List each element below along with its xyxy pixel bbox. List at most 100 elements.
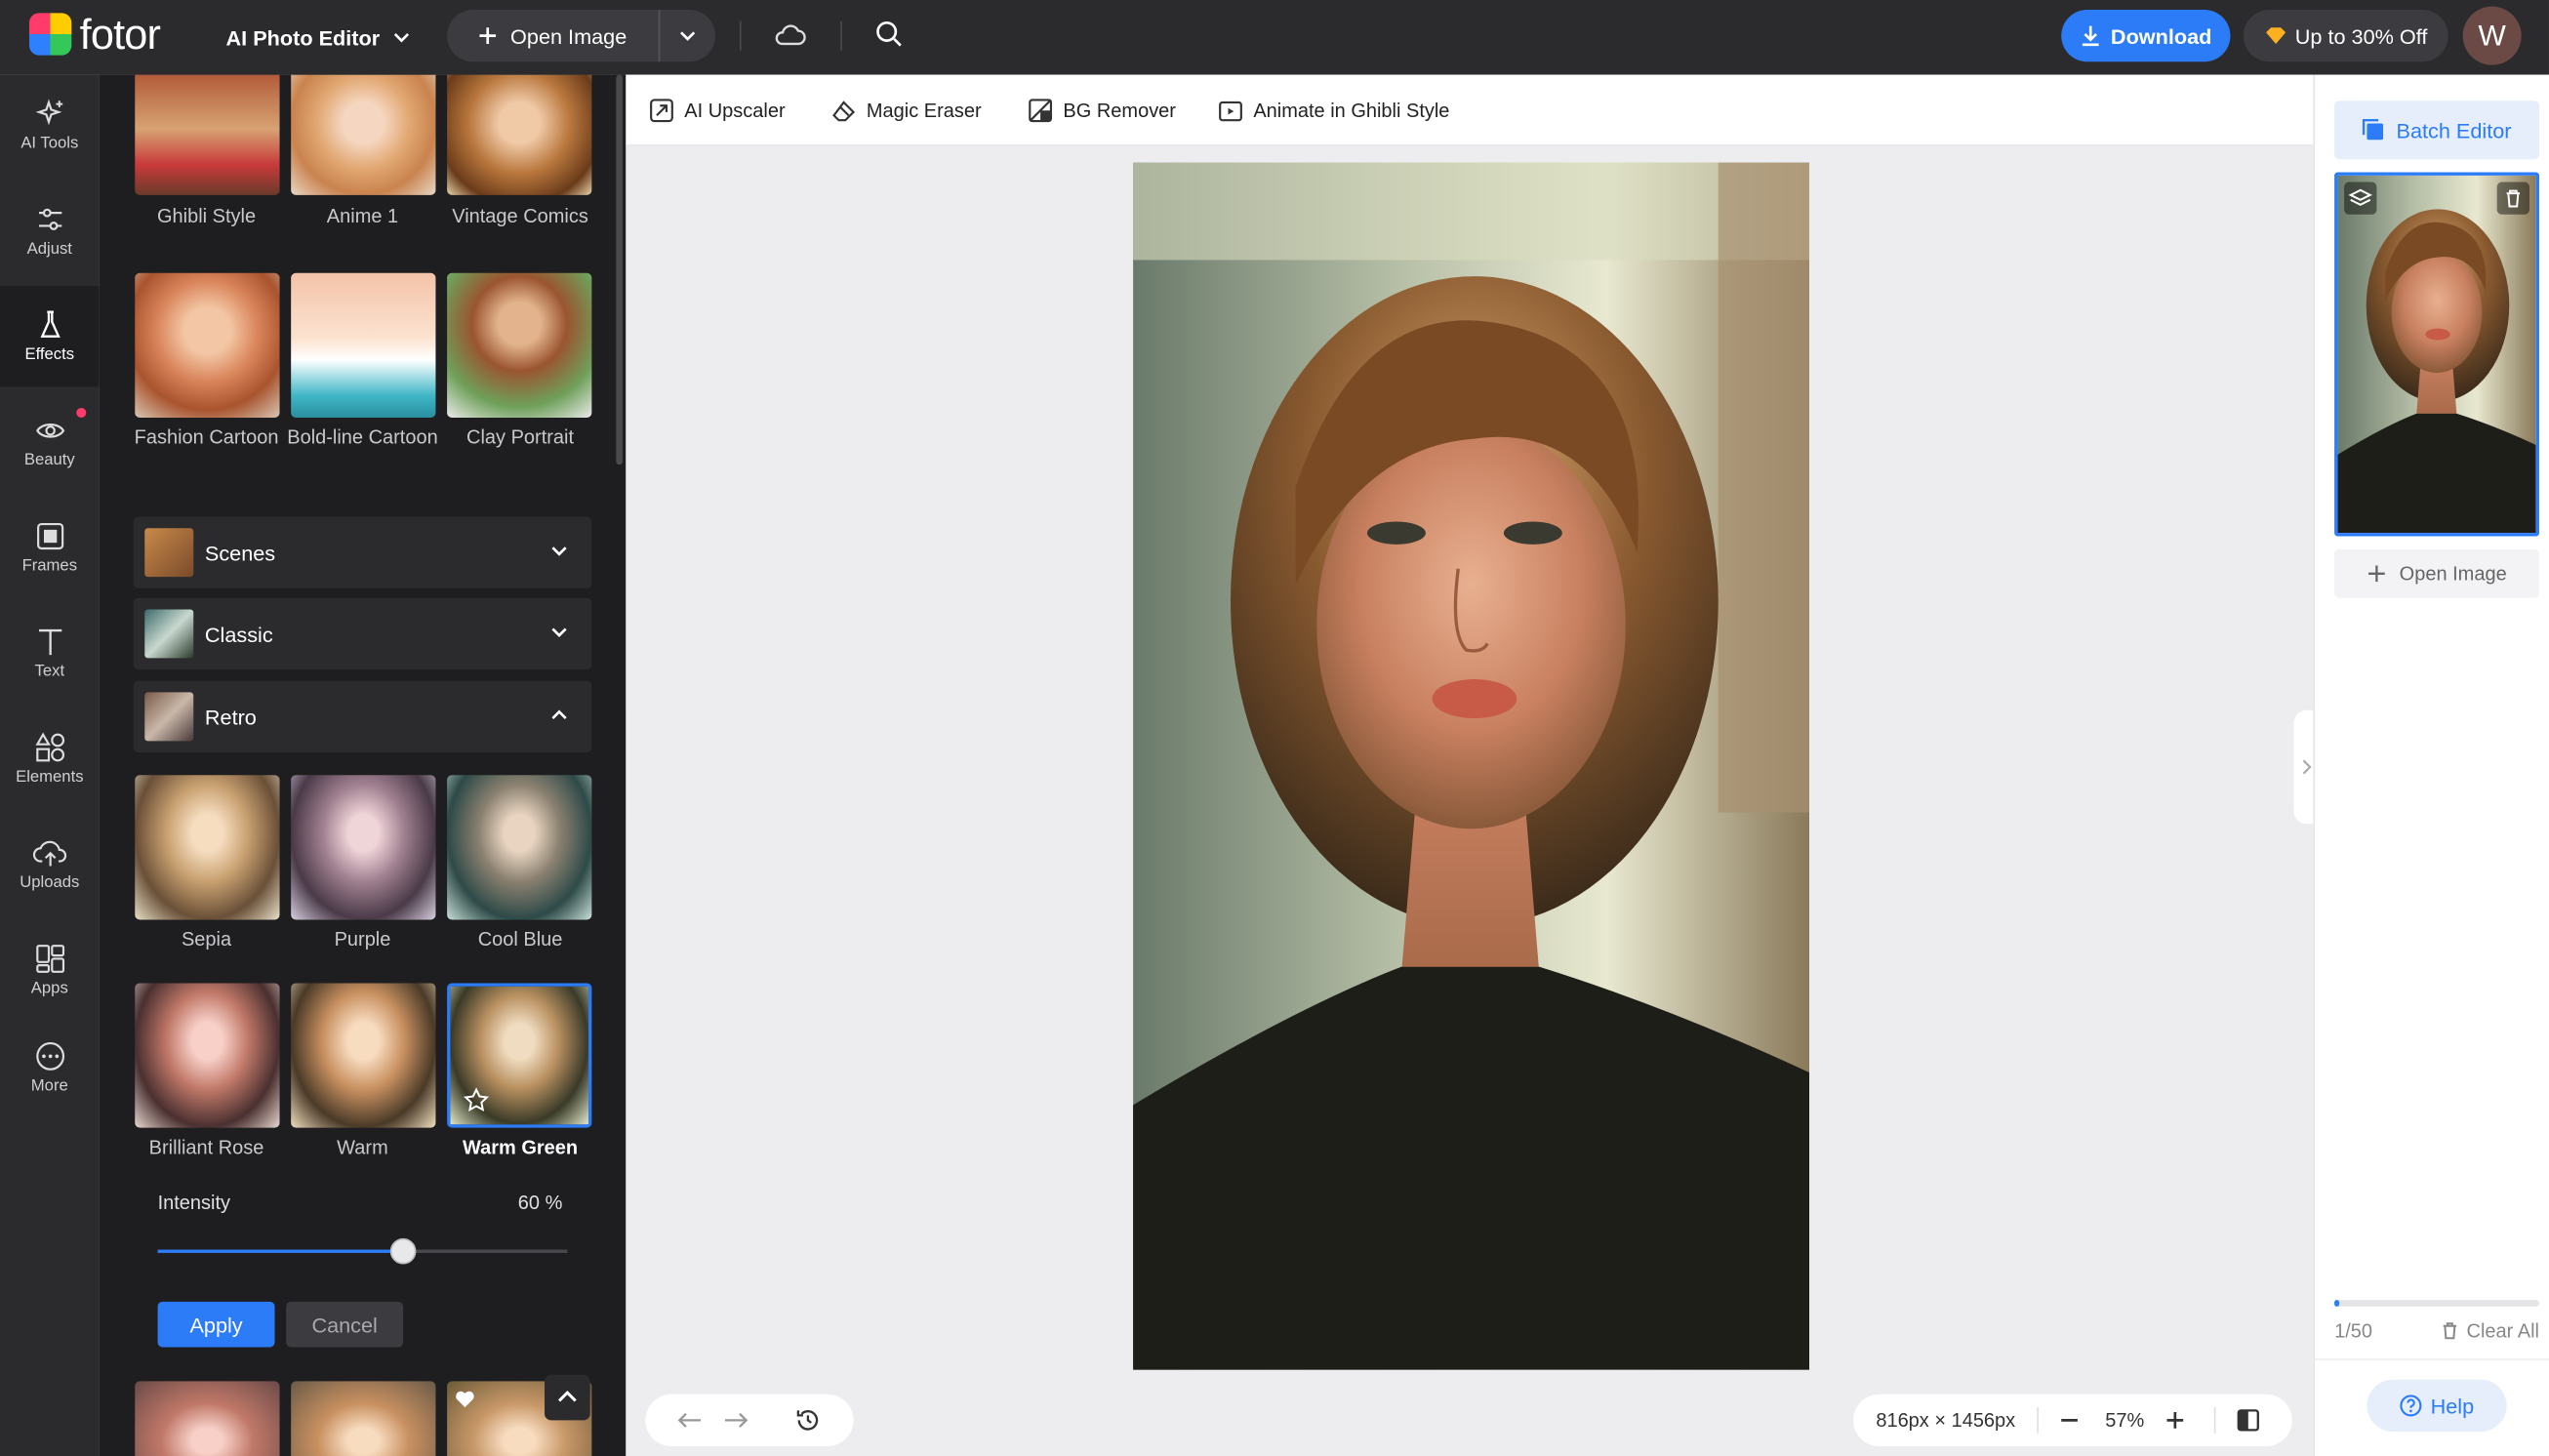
- rail-item-label: Effects: [24, 345, 75, 365]
- filter-thumb-sepia[interactable]: [135, 775, 280, 920]
- filter-label: Sepia: [181, 927, 232, 951]
- intensity-slider[interactable]: [157, 1237, 568, 1265]
- tool-ai-upscaler[interactable]: AI Upscaler: [649, 75, 786, 146]
- clear-all-label: Clear All: [2466, 1319, 2539, 1343]
- zoom-out-icon[interactable]: [2060, 1410, 2080, 1430]
- upscale-icon: [650, 99, 673, 123]
- search-icon[interactable]: [874, 20, 904, 49]
- rail-item-label: Beauty: [23, 451, 75, 470]
- rail-item-more[interactable]: More: [0, 1017, 100, 1117]
- chevron-down-icon: [551, 546, 567, 556]
- style-thumb-fashion-cartoon[interactable]: [135, 272, 280, 418]
- shapes-icon: [34, 732, 64, 762]
- rail-item-elements[interactable]: Elements: [0, 708, 100, 809]
- download-button[interactable]: Download: [2061, 9, 2231, 62]
- eraser-icon: [832, 101, 856, 122]
- cloud-icon[interactable]: [774, 22, 806, 49]
- fotor-logo[interactable]: fotor: [28, 13, 161, 56]
- open-image-button[interactable]: Open Image: [447, 9, 715, 62]
- notification-badge: [76, 407, 87, 418]
- heart-icon[interactable]: [454, 1388, 476, 1410]
- clear-all-button[interactable]: Clear All: [2441, 1319, 2539, 1342]
- bg-remover-icon: [1029, 99, 1053, 123]
- section-scenes[interactable]: Scenes: [133, 516, 592, 588]
- apply-button[interactable]: Apply: [157, 1301, 275, 1348]
- filter-thumb-cool-blue[interactable]: [447, 775, 592, 920]
- style-thumb-bold-line-cartoon[interactable]: [291, 272, 436, 418]
- rail-item-label: Frames: [21, 557, 78, 576]
- help-button[interactable]: Help: [2367, 1379, 2507, 1433]
- promo-label: Up to 30% Off: [2294, 23, 2428, 49]
- delete-icon[interactable]: [2496, 182, 2529, 215]
- section-retro[interactable]: Retro: [133, 680, 592, 752]
- compare-icon[interactable]: [2237, 1409, 2259, 1432]
- text-icon: [38, 628, 61, 656]
- avatar[interactable]: W: [2462, 6, 2522, 65]
- editor-menu[interactable]: AI Photo Editor: [226, 0, 411, 75]
- layers-icon[interactable]: [2344, 182, 2377, 215]
- photo-canvas[interactable]: [1133, 162, 1810, 1370]
- style-label: Vintage Comics: [452, 204, 588, 228]
- rail-item-label: AI Tools: [20, 135, 79, 153]
- filter-thumb[interactable]: [135, 1381, 280, 1456]
- section-classic[interactable]: Classic: [133, 597, 592, 670]
- style-thumb-vintage-comics[interactable]: [447, 74, 592, 195]
- chevron-up-icon: [551, 709, 567, 719]
- rail-item-label: Adjust: [26, 240, 72, 259]
- expand-right-panel-handle[interactable]: [2293, 709, 2316, 825]
- tool-label: AI Upscaler: [684, 99, 786, 122]
- retro-thumb: [144, 692, 194, 742]
- divider: [739, 20, 742, 51]
- cancel-button[interactable]: Cancel: [286, 1301, 404, 1348]
- divider: [2315, 1358, 2549, 1360]
- panel-scrollbar[interactable]: [616, 74, 624, 465]
- chevron-down-icon[interactable]: [678, 26, 698, 46]
- editor-menu-label: AI Photo Editor: [225, 24, 381, 50]
- redo-icon[interactable]: [723, 1410, 749, 1430]
- filter-thumb[interactable]: [291, 1381, 436, 1456]
- frame-icon: [36, 522, 63, 550]
- chevron-down-icon: [393, 33, 409, 43]
- right-open-image-button[interactable]: Open Image: [2334, 548, 2539, 598]
- promo-button[interactable]: Up to 30% Off: [2243, 9, 2448, 62]
- divider: [2213, 1407, 2216, 1434]
- rail-item-beauty[interactable]: Beauty: [0, 391, 100, 492]
- filter-thumb-brilliant-rose[interactable]: [135, 983, 280, 1128]
- rail-item-ai-tools[interactable]: AI Tools: [0, 75, 100, 176]
- zoom-level[interactable]: 57%: [2105, 1409, 2144, 1432]
- zoom-controls: 816px × 1456px 57%: [1853, 1394, 2292, 1447]
- tool-bg-remover[interactable]: BG Remover: [1028, 75, 1176, 146]
- right-panel: Batch Editor Open Image 1/50 Clear All H…: [2313, 74, 2549, 1456]
- intensity-slider-knob[interactable]: [390, 1237, 417, 1265]
- rail-item-apps[interactable]: Apps: [0, 920, 100, 1021]
- tool-animate-ghibli[interactable]: Animate in Ghibli Style: [1218, 75, 1449, 146]
- filter-thumb-purple[interactable]: [291, 775, 436, 920]
- scroll-top-button[interactable]: [545, 1374, 590, 1421]
- style-thumb-ghibli[interactable]: [135, 74, 280, 195]
- style-label: Fashion Cartoon: [134, 425, 279, 449]
- filter-thumb-warm-green[interactable]: [447, 983, 592, 1128]
- history-icon[interactable]: [795, 1407, 822, 1434]
- help-label: Help: [2430, 1393, 2475, 1418]
- image-count: 1/50: [2334, 1319, 2373, 1343]
- rail-item-uploads[interactable]: Uploads: [0, 814, 100, 914]
- image-thumbnail[interactable]: [2334, 172, 2539, 537]
- filter-thumb-warm[interactable]: [291, 983, 436, 1128]
- style-label: Anime 1: [326, 204, 399, 228]
- batch-editor-label: Batch Editor: [2396, 117, 2512, 142]
- star-icon[interactable]: [464, 1087, 490, 1113]
- style-thumb-clay-portrait[interactable]: [447, 272, 592, 418]
- rail-item-effects[interactable]: Effects: [0, 286, 100, 387]
- chevron-down-icon: [551, 627, 567, 637]
- tool-label: Magic Eraser: [866, 99, 982, 122]
- rail-item-frames[interactable]: Frames: [0, 498, 100, 598]
- batch-editor-button[interactable]: Batch Editor: [2334, 101, 2539, 160]
- open-image-label: Open Image: [2399, 562, 2507, 586]
- rail-item-adjust[interactable]: Adjust: [0, 181, 100, 281]
- undo-icon[interactable]: [676, 1410, 703, 1430]
- image-count-progress: [2334, 1300, 2539, 1307]
- tool-magic-eraser[interactable]: Magic Eraser: [830, 75, 982, 146]
- zoom-in-icon[interactable]: [2165, 1410, 2185, 1430]
- style-thumb-anime-1[interactable]: [291, 74, 436, 195]
- rail-item-text[interactable]: Text: [0, 603, 100, 704]
